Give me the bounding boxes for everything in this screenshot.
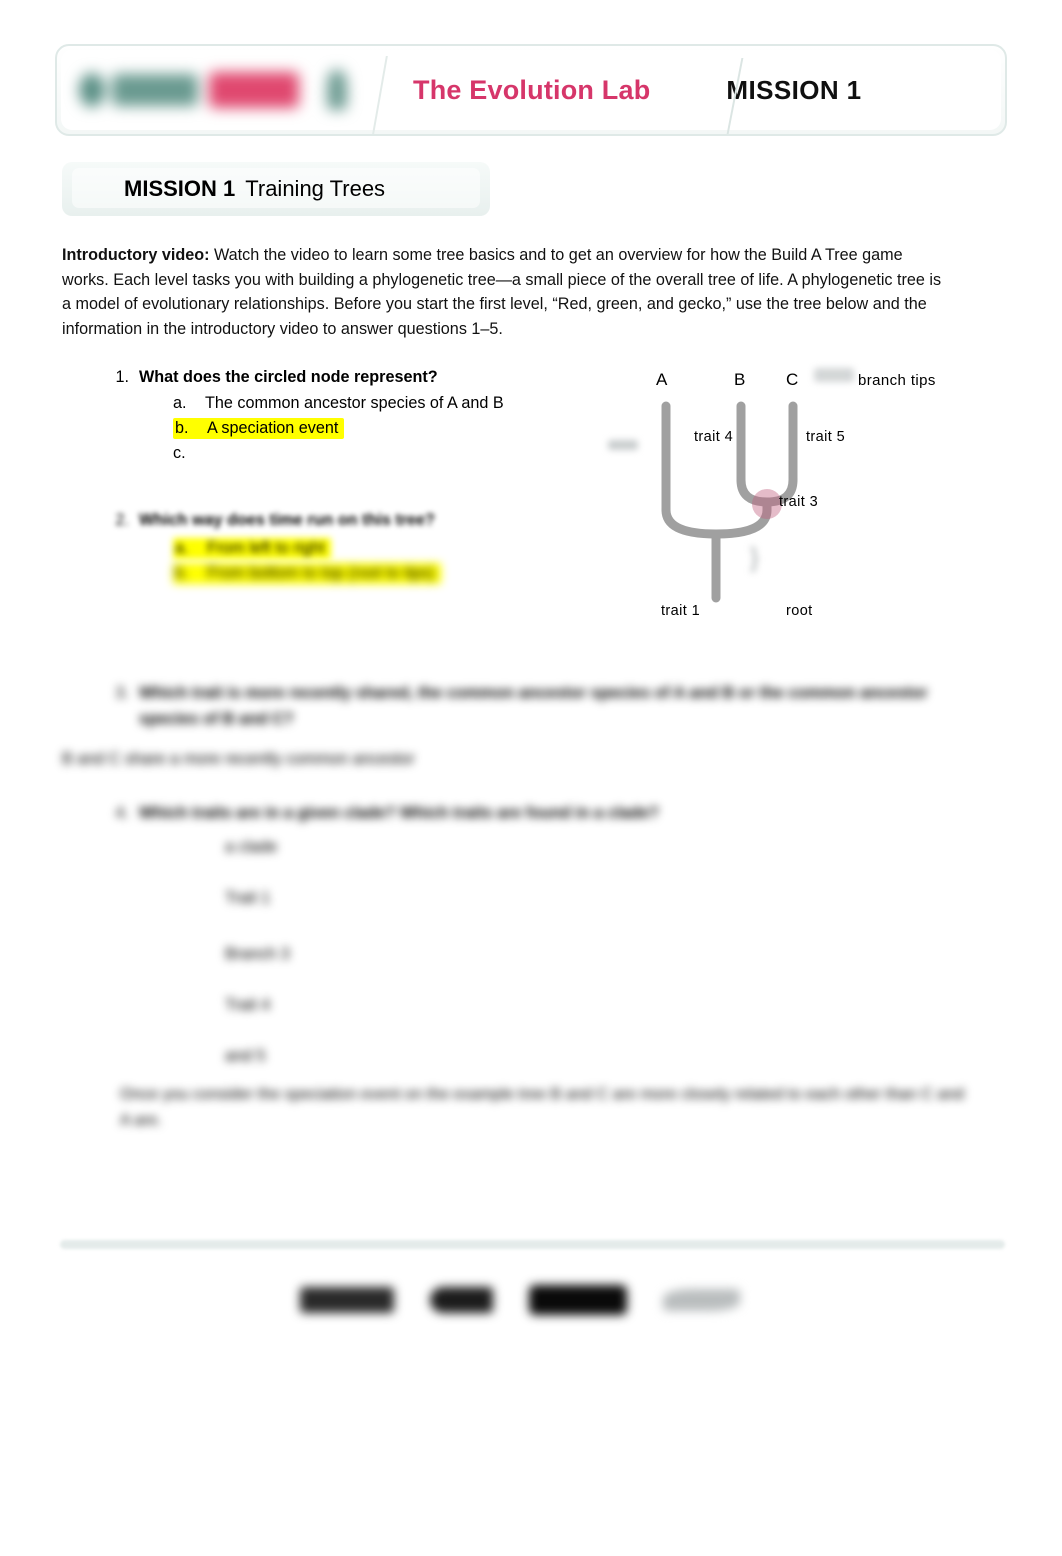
question-2-choice-b[interactable]: b. From bottom to top (root to tips) xyxy=(173,563,441,584)
intro-paragraph: Introductory video: Watch the video to l… xyxy=(62,243,952,341)
footer-logo-4-icon xyxy=(663,1289,740,1311)
choice-b-text: A speciation event xyxy=(207,419,339,437)
trait-label-3: trait 3 xyxy=(779,494,819,510)
root-label: root xyxy=(786,603,813,619)
page-header: The Evolution Lab MISSION 1 xyxy=(55,44,1007,136)
question-3-number: 3. xyxy=(115,684,129,702)
mission-badge: MISSION 1 xyxy=(726,74,862,105)
trait-label-1: trait 1 xyxy=(661,603,701,619)
choice-a-letter: a. xyxy=(175,539,189,557)
choice-a-text: The common ancestor species of A and B xyxy=(205,394,504,412)
question-2-stem: Which way does time run on this tree? xyxy=(139,511,435,529)
footer-divider xyxy=(60,1240,1005,1249)
circled-node-marker xyxy=(752,489,782,519)
footer-logo-2-icon xyxy=(430,1287,494,1313)
mission-title-bold: MISSION 1 xyxy=(124,176,236,201)
choice-c-letter: c. xyxy=(173,444,186,462)
header-divider-left xyxy=(372,56,388,134)
question-1-choice-b[interactable]: b. A speciation event xyxy=(173,418,345,439)
choice-a-highlight: a. From left to right xyxy=(173,538,331,559)
question-3-stem: Which trait is more recently shared, the… xyxy=(139,684,928,728)
mission-title-pill: MISSION 1 Training Trees xyxy=(62,162,490,216)
question-4-answer-line-3[interactable]: Branch 3 xyxy=(225,941,290,967)
evolution-lab-logo xyxy=(61,50,361,130)
choice-b-highlight: b. A speciation event xyxy=(173,418,345,439)
question-4-stem: Which traits are in a given clade? Which… xyxy=(139,804,659,822)
phylogenetic-tree-diagram: A B C branch tips trait 4 trait 5 trait … xyxy=(600,362,1000,640)
footer-logo-3-icon xyxy=(529,1285,628,1315)
logo-wordmark-pink xyxy=(209,72,299,108)
choice-b-letter: b. xyxy=(175,419,189,437)
choice-b-letter: b. xyxy=(175,564,189,582)
trait-label-4: trait 4 xyxy=(694,429,734,445)
question-1-number: 1. xyxy=(115,368,129,386)
mission-title-rest: Training Trees xyxy=(245,176,386,201)
page-title: MISSION 1 Training Trees xyxy=(124,176,385,202)
logo-wordmark-green xyxy=(112,74,198,106)
trait-label-5: trait 5 xyxy=(806,429,846,445)
tree-side-marker-icon xyxy=(608,440,638,450)
brand-title: The Evolution Lab xyxy=(413,74,651,105)
trailer-paragraph: Once you consider the speciation event o… xyxy=(120,1086,965,1129)
footer-logo-1-icon xyxy=(300,1287,395,1313)
choice-a-letter: a. xyxy=(173,394,187,412)
question-1-stem: What does the circled node represent? xyxy=(139,368,438,386)
logo-dot-icon xyxy=(79,73,105,107)
question-4-answer-line-1[interactable]: a clade xyxy=(225,834,277,860)
logo-tree-icon xyxy=(327,70,347,110)
question-4-answer-line-2[interactable]: Trait 1 xyxy=(225,885,270,911)
question-4-number: 4. xyxy=(115,804,129,822)
question-2-choice-a[interactable]: a. From left to right xyxy=(173,538,331,559)
question-4-answer-line-4[interactable]: Trait 4 xyxy=(225,992,270,1018)
footer-logo-row xyxy=(300,1272,740,1328)
question-3-answer[interactable]: B and C share a more recently common anc… xyxy=(62,750,462,769)
choice-a-text: From left to right xyxy=(207,539,325,557)
question-1-choice-a[interactable]: a. The common ancestor species of A and B xyxy=(173,394,504,413)
question-4-answer-line-5[interactable]: and 5 xyxy=(225,1043,266,1069)
choice-b-highlight: b. From bottom to top (root to tips) xyxy=(173,563,441,584)
intro-lead-label: Introductory video: xyxy=(62,246,210,264)
choice-b-text: From bottom to top (root to tips) xyxy=(207,564,435,582)
question-2-number: 2. xyxy=(115,511,129,529)
root-brace-icon: } xyxy=(750,542,759,572)
question-1-choice-c[interactable]: c. xyxy=(173,444,205,463)
